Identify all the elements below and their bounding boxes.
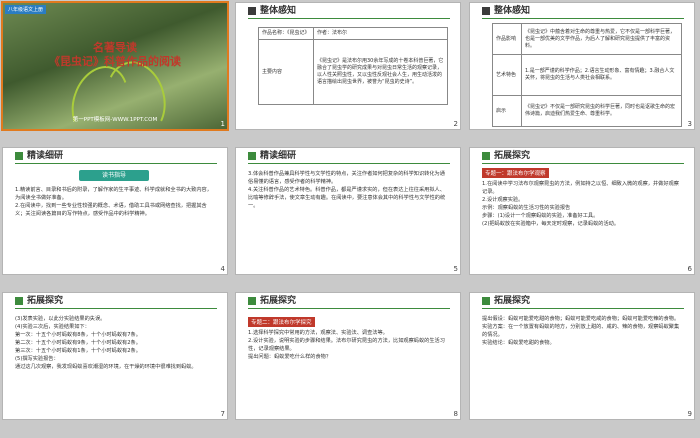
slide-number: 5	[453, 265, 458, 273]
slide-number: 3	[687, 120, 692, 128]
slide-thumbnail-4[interactable]: 精读细研 读书指导 1.精读前言、目录和书后的附录，了解作家的生平事迹、科学成就…	[3, 148, 227, 274]
slide-heading: 拓展探究	[494, 151, 531, 161]
slide-body-text: 1.选择科学探究中常用的方法，观察法、实验法、调查法等。 2.设计实验，说明实验…	[248, 330, 445, 360]
table-cell: 作品影响	[492, 23, 522, 55]
slide-heading: 整体感知	[494, 6, 531, 16]
slide-header: 拓展探究	[470, 293, 694, 309]
slide-number: 8	[453, 410, 458, 418]
slide-header: 整体感知	[470, 3, 694, 19]
slide-heading: 整体感知	[260, 6, 297, 16]
table-cell: 1.是一部严谨的科学作品；2.语言生动形象、富有情趣；3.融合人文关怀，将昆虫的…	[521, 54, 682, 96]
slide-thumbnail-3[interactable]: 整体感知 作品影响 《昆虫记》中蕴含着对生命的尊重与热爱，它不仅是一部科学巨著，也…	[470, 3, 694, 129]
table-cell: 《昆虫记》不仅是一部研究昆虫的科学巨著，同时也是讴歌生命的宏伟诗篇，启迪我们热爱…	[521, 95, 682, 127]
slide-heading: 拓展探究	[494, 296, 531, 306]
slide-heading: 拓展探究	[27, 296, 64, 306]
slide-heading: 精读细研	[260, 151, 297, 161]
slide-heading: 拓展探究	[260, 296, 297, 306]
slide-body-text: 1.精读前言、目录和书后的附录，了解作家的生平事迹、科学成就和全书的大致内容，为…	[15, 187, 212, 217]
slide-header: 拓展探究	[236, 293, 460, 309]
slide-thumbnail-2[interactable]: 整体感知 作品名称：《昆虫记》 作者：法布尔 主要内容 《昆虫记》是法布尔用30余年…	[236, 3, 460, 129]
slide-number: 7	[220, 410, 225, 418]
slide-number: 4	[220, 265, 225, 273]
slide-thumbnail-7[interactable]: 拓展探究 (3)发表实验，以此分实验结果的失误。 (4)实验三次后，实验结果如下…	[3, 293, 227, 419]
cover-subtitle: 第一PPT模板网-WWW.1PPT.COM	[72, 117, 158, 123]
slide-thumbnail-1[interactable]: 八年级语文上册 名著导读 《昆虫记》科普作品的阅读 第一PPT模板网-WWW.1…	[3, 3, 227, 129]
info-table: 作品影响 《昆虫记》中蕴含着对生命的尊重与热爱，它不仅是一部科学巨著，也是一部优美…	[492, 23, 682, 127]
slide-header: 拓展探究	[3, 293, 227, 309]
topic-label: 专题一：跟法布尔学观察	[482, 168, 549, 178]
topic-label: 专题二：跟法布尔学探究	[248, 317, 315, 327]
slide-header: 拓展探究	[470, 148, 694, 164]
cover-title-line2: 《昆虫记》科普作品的阅读	[49, 55, 181, 68]
slide-thumbnail-8[interactable]: 拓展探究 专题二：跟法布尔学探究 1.选择科学探究中常用的方法，观察法、实验法、…	[236, 293, 460, 419]
table-cell: 作品名称：《昆虫记》	[258, 27, 314, 40]
slide-number: 2	[453, 120, 458, 128]
slide-header: 精读细研	[236, 148, 460, 164]
slide-header: 精读细研	[3, 148, 227, 164]
table-cell: 艺术特色	[492, 54, 522, 96]
slide-body-text: 3.体会科普作品兼具科学性与文学性的特点，关注作者如何把复杂的科学知识转化为通俗…	[248, 171, 446, 209]
slide-body-text: 提出假设：蚂蚁可能爱吃甜的食物；蚂蚁可能爱吃咸的食物；蚂蚁可能爱吃辣的食物。 实…	[482, 316, 680, 346]
reading-guide-banner: 读书指导	[79, 170, 149, 181]
slide-header: 整体感知	[236, 3, 460, 19]
slide-body-text: (3)发表实验，以此分实验结果的失误。 (4)实验三次后，实验结果如下： 第一次…	[15, 316, 197, 370]
slide-thumbnail-6[interactable]: 拓展探究 专题一：跟法布尔学观察 1.在阅读中学习法布尔观察昆虫的方法，例如持之…	[470, 148, 694, 274]
table-cell: 作者：法布尔	[313, 27, 448, 40]
table-cell: 《昆虫记》中蕴含着对生命的尊重与热爱，它不仅是一部科学巨著，也是一部优美的文学作…	[521, 23, 682, 55]
table-cell: 启示	[492, 95, 522, 127]
info-table: 作品名称：《昆虫记》 作者：法布尔 主要内容 《昆虫记》是法布尔用30余年写成的十卷…	[258, 27, 448, 105]
slide-number: 9	[687, 410, 692, 418]
slide-number: 6	[687, 265, 692, 273]
table-cell: 主要内容	[258, 39, 314, 105]
slide-thumbnail-9[interactable]: 拓展探究 提出假设：蚂蚁可能爱吃甜的食物；蚂蚁可能爱吃咸的食物；蚂蚁可能爱吃辣的…	[470, 293, 694, 419]
slide-thumbnail-5[interactable]: 精读细研 3.体会科普作品兼具科学性与文学性的特点，关注作者如何把复杂的科学知识…	[236, 148, 460, 274]
table-cell: 《昆虫记》是法布尔用30余年写成的十卷本科普巨著，它融合了昆虫学的研究成果与对昆…	[313, 39, 448, 105]
slide-body-text: 1.在阅读中学习法布尔观察昆虫的方法，例如持之以恒、细致入微的观察，并做好观察记…	[482, 181, 679, 227]
slide-heading: 精读细研	[27, 151, 64, 161]
grade-tag: 八年级语文上册	[5, 5, 47, 14]
slide-number: 1	[220, 120, 225, 128]
